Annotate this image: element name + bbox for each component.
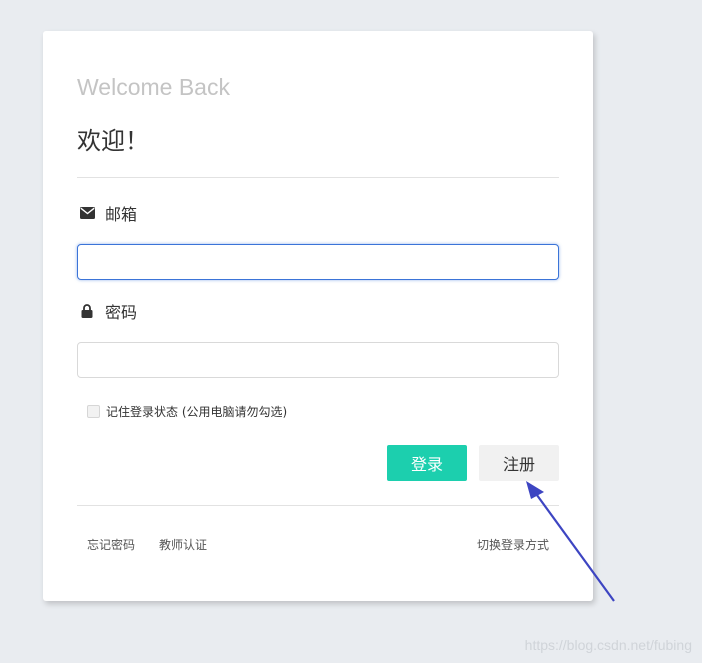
page-title: 欢迎！ — [77, 127, 149, 155]
password-field[interactable] — [77, 342, 559, 378]
welcome-subtitle: Welcome Back — [77, 74, 230, 100]
envelope-icon — [79, 205, 95, 221]
email-label-text: 邮箱 — [105, 205, 138, 224]
lock-icon — [79, 303, 95, 319]
watermark: https://blog.csdn.net/fubing — [524, 637, 692, 653]
teacher-verify-link[interactable]: 教师认证 — [159, 536, 207, 553]
forgot-password-link[interactable]: 忘记密码 — [87, 536, 135, 553]
login-button[interactable]: 登录 — [387, 445, 467, 481]
login-page: Welcome Back 欢迎！ 邮箱 密码 记住登录状态 (公用电脑请勿勾选)… — [0, 0, 702, 663]
remember-label: 记住登录状态 (公用电脑请勿勾选) — [106, 405, 288, 419]
register-button[interactable]: 注册 — [479, 445, 559, 481]
switch-login-method-link[interactable]: 切换登录方式 — [477, 536, 549, 553]
password-label-text: 密码 — [105, 303, 138, 322]
remember-me[interactable]: 记住登录状态 (公用电脑请勿勾选) — [87, 403, 287, 420]
login-card: Welcome Back 欢迎！ 邮箱 密码 记住登录状态 (公用电脑请勿勾选)… — [43, 31, 593, 601]
footer-divider — [77, 505, 559, 506]
header-divider — [77, 177, 559, 178]
password-label: 密码 — [79, 299, 137, 323]
email-field[interactable] — [77, 244, 559, 280]
email-label: 邮箱 — [79, 201, 137, 225]
remember-checkbox[interactable] — [87, 405, 100, 418]
